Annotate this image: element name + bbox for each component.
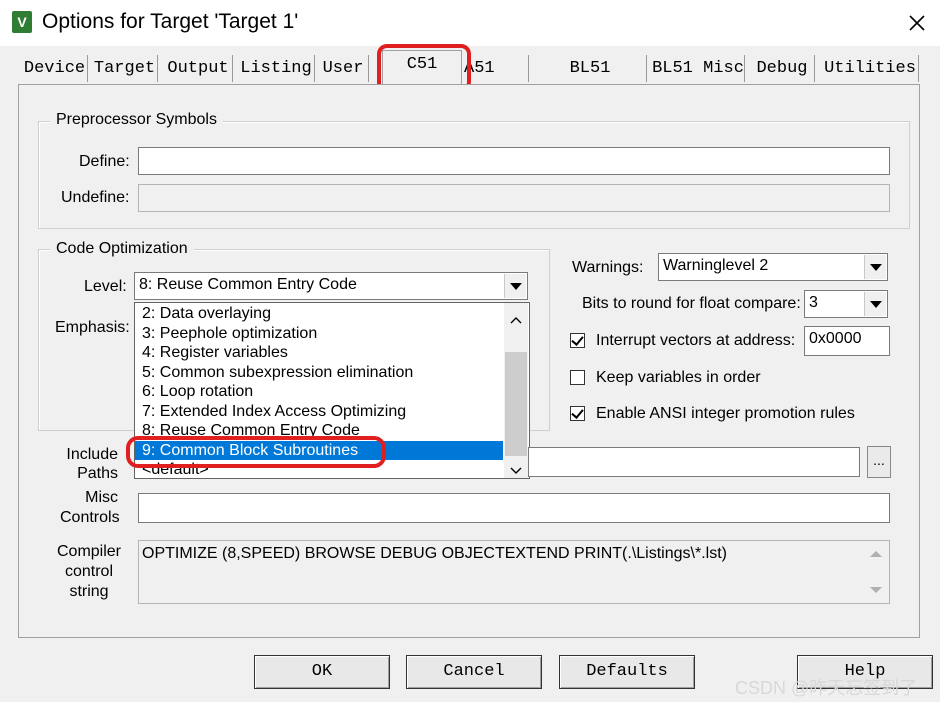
defaults-button[interactable]: Defaults: [559, 655, 695, 689]
compiler-control-label-2: control: [64, 563, 114, 580]
tab-output[interactable]: Output: [164, 55, 233, 82]
chevron-down-icon[interactable]: [504, 274, 526, 298]
tab-listing[interactable]: Listing: [238, 55, 315, 82]
compiler-control-label-1: Compiler: [56, 543, 121, 560]
level-option[interactable]: 5: Common subexpression elimination: [135, 363, 503, 383]
emphasis-label: Emphasis:: [55, 319, 130, 336]
chevron-down-icon[interactable]: [864, 292, 886, 316]
warnings-label: Warnings:: [572, 259, 644, 276]
close-button[interactable]: [904, 10, 930, 36]
misc-controls-input[interactable]: [138, 493, 890, 523]
undefine-input[interactable]: [138, 184, 890, 212]
include-paths-label-2: Paths: [77, 465, 118, 482]
float-compare-label: Bits to round for float compare:: [582, 295, 801, 312]
level-selected-value: 8: Reuse Common Entry Code: [139, 276, 357, 293]
level-select[interactable]: 8: Reuse Common Entry Code: [134, 272, 528, 300]
keep-variables-checkbox[interactable]: [570, 370, 585, 385]
ok-button[interactable]: OK: [254, 655, 390, 689]
tab-debug[interactable]: Debug: [750, 55, 815, 82]
compiler-string-scrollbar[interactable]: [864, 541, 889, 603]
dropdown-scroll-thumb[interactable]: [505, 352, 527, 456]
compiler-control-label-3: string: [69, 583, 109, 600]
level-option[interactable]: 2: Data overlaying: [135, 304, 503, 324]
level-option[interactable]: 6: Loop rotation: [135, 382, 503, 402]
interrupt-vectors-address[interactable]: 0x0000: [804, 326, 890, 356]
undefine-label: Undefine:: [61, 189, 130, 206]
chevron-down-icon[interactable]: [864, 255, 886, 279]
tab-user[interactable]: User: [318, 55, 369, 82]
tab-bl51-misc[interactable]: BL51 Misc: [652, 55, 745, 82]
interrupt-vectors-checkbox[interactable]: [570, 333, 585, 348]
warnings-select[interactable]: Warninglevel 2: [658, 253, 888, 281]
scroll-up-icon[interactable]: [870, 551, 882, 557]
app-icon: V: [12, 11, 32, 33]
ansi-promotion-checkbox[interactable]: [570, 406, 585, 421]
tab-target[interactable]: Target: [92, 55, 158, 82]
define-input[interactable]: [138, 147, 890, 175]
tab-device[interactable]: Device: [22, 55, 88, 82]
misc-controls-label-2: Controls: [60, 509, 120, 526]
float-compare-value: 3: [809, 294, 818, 311]
define-label: Define:: [79, 153, 130, 170]
level-option[interactable]: 4: Register variables: [135, 343, 503, 363]
tab-bl51-locate[interactable]: BL51 Locate: [534, 55, 647, 105]
include-paths-input[interactable]: [528, 447, 860, 477]
misc-controls-label-1: Misc: [85, 489, 118, 506]
scroll-down-icon[interactable]: [870, 587, 882, 593]
option-9-annotation: [126, 436, 386, 468]
level-label: Level:: [84, 278, 127, 295]
keep-variables-label: Keep variables in order: [596, 369, 761, 386]
tab-utilities[interactable]: Utilities: [822, 55, 919, 82]
include-paths-label-1: Include: [66, 446, 118, 463]
close-icon: [909, 15, 925, 31]
float-compare-select[interactable]: 3: [804, 290, 888, 318]
preprocessor-group: [38, 121, 910, 229]
window-title: Options for Target 'Target 1': [42, 10, 299, 33]
watermark: CSDN @昨天忘签到了: [735, 678, 918, 698]
cancel-button[interactable]: Cancel: [406, 655, 542, 689]
level-option[interactable]: 7: Extended Index Access Optimizing: [135, 402, 503, 422]
code-optimization-title: Code Optimization: [50, 240, 194, 258]
level-option[interactable]: 3: Peephole optimization: [135, 324, 503, 344]
scroll-up-icon[interactable]: [510, 311, 522, 329]
compiler-control-string: OPTIMIZE (8,SPEED) BROWSE DEBUG OBJECTEX…: [138, 540, 890, 604]
preprocessor-group-title: Preprocessor Symbols: [50, 111, 223, 129]
ansi-promotion-label: Enable ANSI integer promotion rules: [596, 405, 855, 422]
include-paths-browse-button[interactable]: ...: [867, 446, 891, 478]
background-window-edge: [0, 90, 10, 690]
tab-a51[interactable]: A51: [464, 55, 529, 82]
scroll-down-icon[interactable]: [510, 462, 522, 480]
warnings-selected-value: Warninglevel 2: [663, 257, 769, 274]
interrupt-vectors-label: Interrupt vectors at address:: [596, 332, 796, 349]
